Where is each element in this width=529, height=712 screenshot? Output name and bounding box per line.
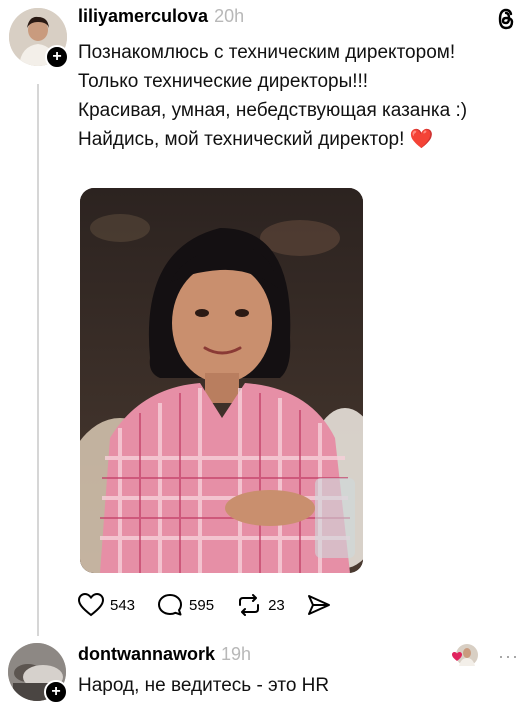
reply-header: dontwannawork 19h [78, 644, 251, 665]
post-line-last: Найдись, мой технический директор! ❤️ [78, 125, 518, 154]
share-action[interactable] [307, 594, 337, 616]
post-body: Познакомлюсь с техническим директором! Т… [78, 38, 518, 154]
send-icon [307, 595, 330, 615]
reply-author-avatar[interactable]: + [8, 643, 68, 704]
repost-icon [239, 594, 260, 616]
reply-follow-plus-icon[interactable]: + [44, 680, 68, 704]
reply-username[interactable]: dontwannawork [78, 644, 215, 664]
comment-count: 595 [189, 596, 215, 614]
follow-plus-icon[interactable]: + [45, 45, 69, 69]
threads-logo-icon[interactable] [497, 8, 515, 36]
post-line: Красивая, умная, небедствующая казанка :… [78, 100, 468, 121]
thread-line [37, 84, 39, 636]
post-line: Познакомлюсь с техническим директором! [78, 42, 456, 63]
post-line: Только технические директоры!!! [78, 71, 369, 92]
reply-body: Народ, не ведитесь - это HR [78, 675, 330, 696]
post-header: liliyamerculova 20h [78, 6, 244, 27]
comment-icon [158, 594, 183, 616]
like-count: 543 [110, 596, 136, 614]
more-options-icon[interactable]: ··· [498, 646, 519, 667]
post-time: 20h [214, 6, 245, 26]
heart-emoji: ❤️ [409, 129, 434, 150]
reply-time: 19h [221, 644, 252, 664]
repost-count: 23 [268, 596, 285, 614]
author-avatar[interactable]: + [9, 8, 69, 69]
liked-by-author-avatar [451, 643, 479, 671]
post-line-text: Найдись, мой технический директор! [78, 129, 405, 150]
heart-icon [78, 593, 104, 617]
comment-action[interactable]: 595 [157, 593, 214, 617]
post-photo[interactable] [80, 188, 363, 573]
repost-action[interactable]: 23 [236, 593, 285, 617]
post-actions: 543 595 23 [78, 590, 359, 620]
like-action[interactable]: 543 [78, 593, 135, 617]
author-username[interactable]: liliyamerculova [78, 6, 208, 26]
